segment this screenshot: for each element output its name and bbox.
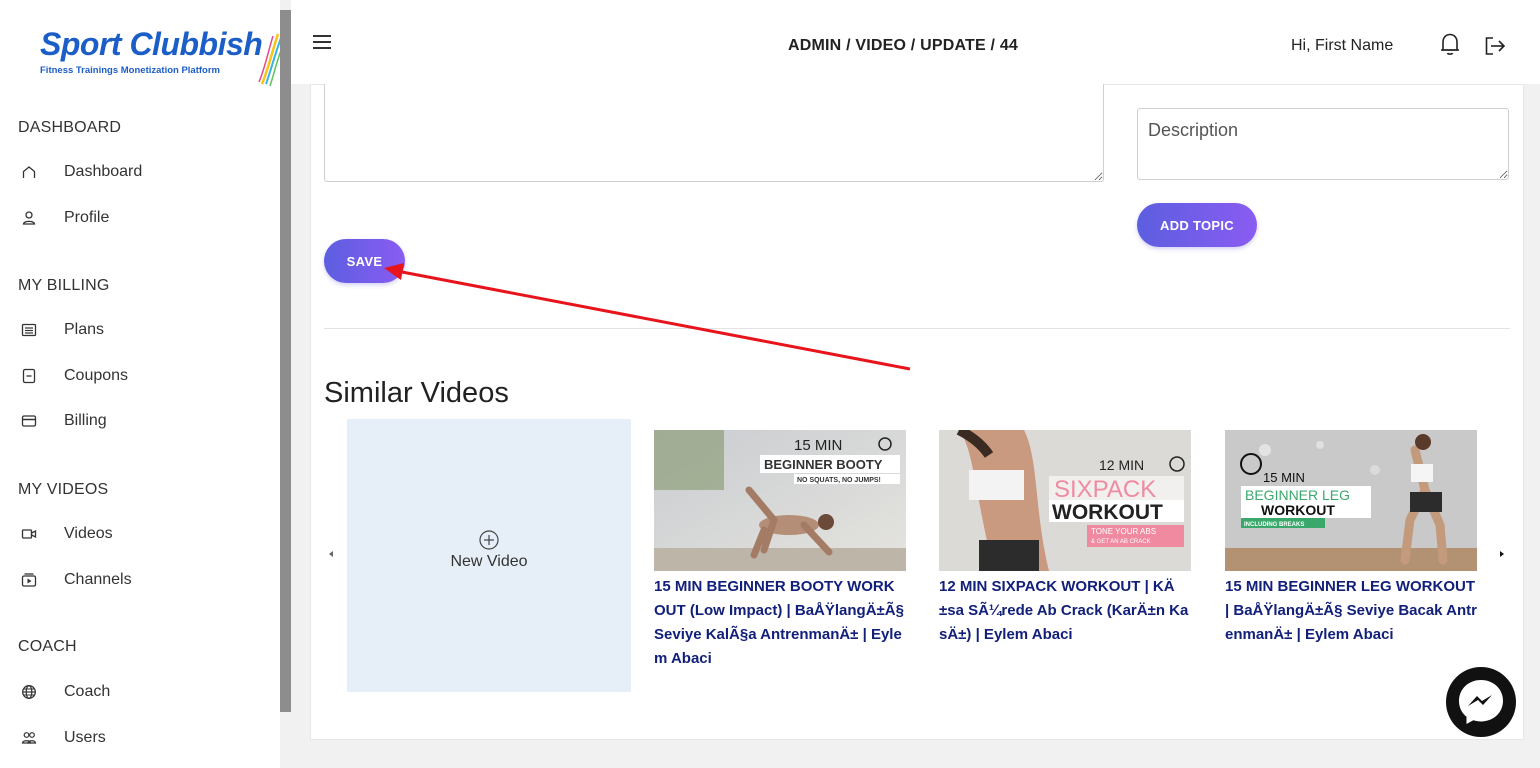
thumb-line: 15 MIN [794, 437, 842, 454]
thumb-line: INCLUDING BREAKS [1244, 522, 1304, 528]
sidebar-item-label: Users [64, 729, 106, 746]
sidebar-item-coupons[interactable]: Coupons [18, 361, 128, 391]
video-thumbnail-image: 15 MIN BEGINNER LEG WORKOUT INCLUDING BR… [1225, 430, 1477, 571]
list-icon [18, 319, 40, 341]
brand-logo[interactable]: Sport Clubbish Fitness Trainings Monetiz… [40, 26, 290, 96]
video-camera-icon [18, 523, 40, 545]
messenger-chat-button[interactable] [1446, 667, 1516, 737]
sidebar-item-label: Dashboard [64, 163, 143, 180]
sidebar-item-coach[interactable]: Coach [18, 677, 110, 707]
video-title-link[interactable]: 15 MIN BEGINNER BOOTY WORKOUT (Low Impac… [654, 575, 906, 671]
sidebar-item-channels[interactable]: Channels [18, 565, 132, 595]
sidebar: Sport Clubbish Fitness Trainings Monetiz… [0, 0, 282, 768]
add-topic-button[interactable]: ADD TOPIC [1137, 203, 1257, 247]
section-dashboard: DASHBOARD [18, 119, 122, 136]
video-title-link[interactable]: 15 MIN BEGINNER LEG WORKOUT | BaÅŸlangÄ±… [1225, 575, 1477, 647]
brand-title: Sport Clubbish [40, 26, 263, 62]
thumb-line: WORKOUT [1261, 502, 1335, 518]
users-icon [18, 727, 40, 749]
logo-swoosh-icon [258, 33, 282, 87]
section-my-billing: MY BILLING [18, 277, 110, 294]
channel-icon [18, 569, 40, 591]
sidebar-item-billing[interactable]: Billing [18, 406, 107, 436]
section-coach: COACH [18, 638, 77, 655]
thumb-line: NO SQUATS, NO JUMPS! [797, 477, 881, 484]
sidebar-item-label: Profile [64, 209, 110, 226]
carousel-prev-icon[interactable] [326, 549, 336, 559]
video-card[interactable]: 15 MIN BEGINNER BOOTY NO SQUATS, NO JUMP… [654, 430, 906, 671]
messenger-icon [1459, 680, 1503, 724]
menu-toggle-icon[interactable] [313, 35, 331, 49]
user-greeting[interactable]: Hi, First Name [1291, 37, 1393, 55]
similar-videos-title: Similar Videos [324, 377, 509, 409]
sidebar-item-videos[interactable]: Videos [18, 519, 113, 549]
section-divider [324, 328, 1510, 329]
thumb-line: BEGINNER LEG [1245, 487, 1350, 503]
video-thumbnail[interactable]: 15 MIN BEGINNER BOOTY NO SQUATS, NO JUMP… [654, 430, 906, 571]
video-card[interactable]: 15 MIN BEGINNER LEG WORKOUT INCLUDING BR… [1225, 430, 1477, 647]
thumb-line: 15 MIN [1263, 470, 1305, 485]
video-title-link[interactable]: 12 MIN SIXPACK WORKOUT | KÄ±sa SÃ¼rede A… [939, 575, 1191, 647]
breadcrumb: ADMIN / VIDEO / UPDATE / 44 [788, 37, 1019, 54]
topic-description-input[interactable] [1137, 108, 1509, 180]
new-video-label: New Video [450, 553, 528, 570]
top-header: ADMIN / VIDEO / UPDATE / 44 Hi, First Na… [291, 0, 1540, 84]
thumb-line: WORKOUT [1052, 501, 1163, 524]
sidebar-item-label: Coach [64, 683, 111, 700]
globe-icon [18, 681, 40, 703]
new-video-tile[interactable]: New Video [347, 419, 631, 692]
sidebar-item-label: Billing [64, 412, 107, 429]
sidebar-item-profile[interactable]: Profile [18, 203, 109, 233]
save-button[interactable]: SAVE [324, 239, 405, 283]
logout-icon[interactable] [1483, 34, 1507, 58]
carousel-next-icon[interactable] [1497, 549, 1507, 559]
sidebar-item-dashboard[interactable]: Dashboard [18, 157, 142, 187]
video-thumbnail-image: 12 MIN SIXPACK WORKOUT TONE YOUR ABS & G… [939, 430, 1191, 571]
coupon-icon [18, 365, 40, 387]
thumb-line: 12 MIN [1099, 457, 1144, 473]
plus-circle-icon [479, 530, 499, 550]
video-content-textarea[interactable] [324, 84, 1104, 182]
thumb-line: BEGINNER BOOTY [764, 457, 883, 472]
home-icon [18, 161, 40, 183]
sidebar-item-label: Coupons [64, 367, 129, 384]
sidebar-scrollbar[interactable] [280, 10, 291, 712]
thumb-line: TONE YOUR ABS [1091, 527, 1156, 536]
sidebar-item-label: Channels [64, 571, 132, 588]
section-my-videos: MY VIDEOS [18, 481, 109, 498]
video-thumbnail[interactable]: 12 MIN SIXPACK WORKOUT TONE YOUR ABS & G… [939, 430, 1191, 571]
brand-subtitle: Fitness Trainings Monetization Platform [40, 65, 220, 76]
sidebar-item-label: Plans [64, 321, 105, 338]
sidebar-item-label: Videos [64, 525, 113, 542]
video-card[interactable]: 12 MIN SIXPACK WORKOUT TONE YOUR ABS & G… [939, 430, 1191, 647]
video-thumbnail[interactable]: 15 MIN BEGINNER LEG WORKOUT INCLUDING BR… [1225, 430, 1477, 571]
user-icon [18, 207, 40, 229]
thumb-line: & GET AN AB CRACK [1091, 539, 1151, 545]
sidebar-item-users[interactable]: Users [18, 723, 106, 753]
video-thumbnail-image: 15 MIN BEGINNER BOOTY NO SQUATS, NO JUMP… [654, 430, 906, 571]
credit-card-icon [18, 410, 40, 432]
notification-bell-icon[interactable] [1438, 31, 1462, 57]
thumb-line: SIXPACK [1054, 476, 1156, 503]
sidebar-item-plans[interactable]: Plans [18, 315, 104, 345]
